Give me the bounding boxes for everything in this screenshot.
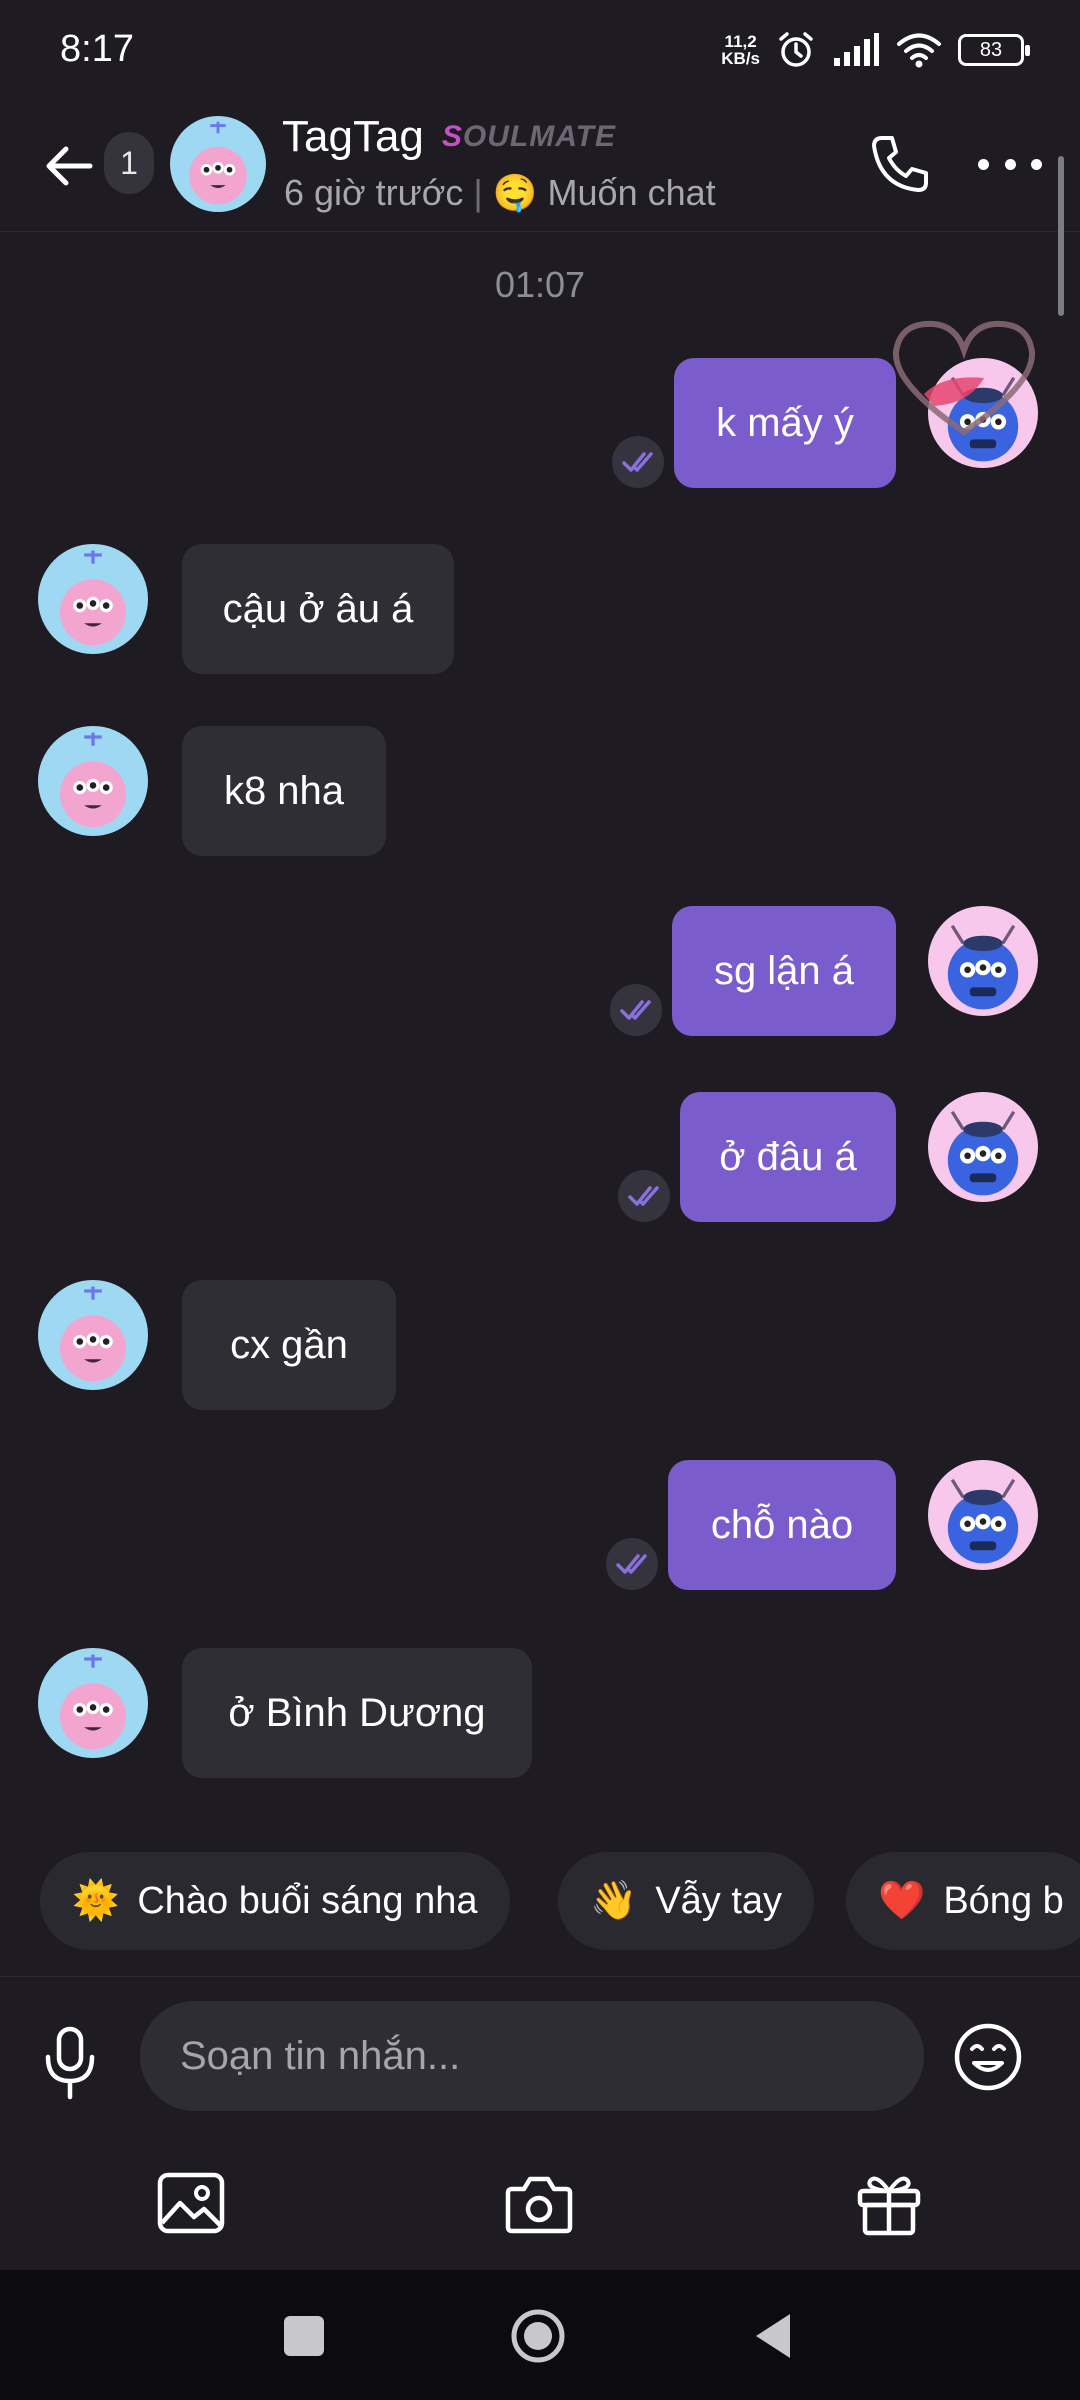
message-bubble[interactable]: ở Bình Dương bbox=[182, 1648, 532, 1778]
message-row-incoming: cx gần bbox=[0, 1280, 1080, 1412]
message-row-incoming: ở Bình Dương bbox=[0, 1648, 1080, 1780]
soulmate-badge: SOULMATE bbox=[442, 120, 616, 154]
status-time: 8:17 bbox=[60, 28, 134, 70]
message-row-outgoing: chỗ nào bbox=[0, 1460, 1080, 1592]
badge-text: OULMATE bbox=[462, 120, 616, 153]
quick-reply-bar: 🌞 Chào buổi sáng nha 👋 Vẫy tay ❤️ Bóng b bbox=[0, 1852, 1080, 1952]
heart-effect-icon bbox=[892, 320, 1036, 436]
dot-icon bbox=[978, 158, 989, 170]
contact-avatar[interactable] bbox=[170, 116, 266, 212]
message-timestamp: 01:07 bbox=[494, 264, 586, 305]
message-bubble[interactable]: cx gần bbox=[182, 1280, 396, 1410]
message-input[interactable] bbox=[140, 2001, 924, 2111]
camera-icon[interactable] bbox=[502, 2167, 576, 2241]
message-bubble[interactable]: sg lận á bbox=[672, 906, 896, 1036]
contact-status-row: 6 giờ trước | 🤤 Muốn chat bbox=[284, 172, 716, 214]
image-icon[interactable] bbox=[154, 2167, 228, 2241]
quick-reply-label: Chào buổi sáng nha bbox=[137, 1879, 478, 1922]
system-navigation-bar bbox=[0, 2270, 1080, 2400]
status-separator: | bbox=[473, 172, 483, 213]
wave-icon: 👋 bbox=[590, 1880, 638, 1922]
contact-name-row: TagTag SOULMATE bbox=[282, 112, 616, 162]
read-receipt-icon bbox=[606, 1538, 658, 1590]
read-receipt-icon bbox=[618, 1170, 670, 1222]
message-bubble[interactable]: ở đâu á bbox=[680, 1092, 896, 1222]
quick-reply-chip[interactable]: 👋 Vẫy tay bbox=[558, 1852, 815, 1950]
message-row-outgoing: sg lận á bbox=[0, 906, 1080, 1038]
battery-icon: 83 bbox=[958, 34, 1030, 66]
dot-icon bbox=[1031, 158, 1042, 170]
badge-initial: S bbox=[441, 120, 463, 153]
battery-level: 83 bbox=[979, 38, 1003, 61]
wifi-icon bbox=[897, 33, 941, 68]
status-emoji: 🤤 bbox=[492, 172, 538, 213]
status-text: Muốn chat bbox=[547, 172, 716, 213]
home-icon[interactable] bbox=[510, 2308, 566, 2364]
dot-icon bbox=[1004, 158, 1016, 170]
gift-icon[interactable] bbox=[852, 2167, 926, 2241]
sun-icon: 🌞 bbox=[72, 1880, 120, 1922]
chat-header: 1 TagTag SOULMATE 6 giờ trước | 🤤 Muốn c… bbox=[0, 100, 1080, 232]
read-receipt-icon bbox=[612, 436, 664, 488]
recent-apps-icon[interactable] bbox=[276, 2308, 332, 2364]
heart-icon: ❤️ bbox=[878, 1880, 926, 1922]
message-bubble[interactable]: k mấy ý bbox=[674, 358, 896, 488]
back-arrow-icon[interactable] bbox=[40, 136, 100, 196]
network-speed: 11,2 KB/s bbox=[721, 33, 760, 67]
message-row-incoming: cậu ở âu á bbox=[0, 544, 1080, 676]
message-row-incoming: k8 nha bbox=[0, 726, 1080, 858]
phone-icon[interactable] bbox=[864, 130, 934, 200]
message-list: 01:07 k mấy ý cậu ở âu á k8 nha sg lận á… bbox=[0, 232, 1080, 1842]
my-avatar[interactable] bbox=[928, 1092, 1038, 1202]
more-options-icon[interactable] bbox=[978, 152, 1042, 176]
read-receipt-icon bbox=[610, 984, 662, 1036]
emoji-icon[interactable] bbox=[952, 2021, 1024, 2093]
quick-reply-chip[interactable]: ❤️ Bóng b bbox=[846, 1852, 1080, 1950]
contact-name[interactable]: TagTag bbox=[282, 112, 424, 162]
contact-avatar[interactable] bbox=[38, 1648, 148, 1758]
message-row-outgoing: k mấy ý bbox=[0, 320, 1080, 490]
my-avatar[interactable] bbox=[928, 1460, 1038, 1570]
unread-count-badge[interactable]: 1 bbox=[104, 132, 154, 194]
status-icons: 11,2 KB/s 83 bbox=[721, 30, 1030, 70]
last-seen: 6 giờ trước bbox=[284, 172, 464, 213]
composer bbox=[0, 1976, 1080, 2286]
signal-icon bbox=[834, 33, 879, 66]
alarm-icon bbox=[779, 32, 813, 67]
contact-avatar[interactable] bbox=[38, 1280, 148, 1390]
microphone-icon[interactable] bbox=[38, 2023, 102, 2103]
contact-avatar[interactable] bbox=[38, 726, 148, 836]
message-bubble[interactable]: chỗ nào bbox=[668, 1460, 896, 1590]
status-bar: 8:17 11,2 KB/s 83 bbox=[0, 0, 1080, 100]
message-bubble[interactable]: cậu ở âu á bbox=[182, 544, 454, 674]
my-avatar[interactable] bbox=[928, 906, 1038, 1016]
quick-reply-label: Bóng b bbox=[943, 1879, 1064, 1922]
contact-avatar[interactable] bbox=[38, 544, 148, 654]
network-speed-value: 11,2 bbox=[724, 32, 757, 51]
network-speed-unit: KB/s bbox=[721, 49, 760, 68]
back-icon[interactable] bbox=[746, 2308, 802, 2364]
quick-reply-chip[interactable]: 🌞 Chào buổi sáng nha bbox=[40, 1852, 510, 1950]
message-bubble[interactable]: k8 nha bbox=[182, 726, 386, 856]
quick-reply-label: Vẫy tay bbox=[655, 1879, 783, 1922]
message-row-outgoing: ở đâu á bbox=[0, 1092, 1080, 1224]
